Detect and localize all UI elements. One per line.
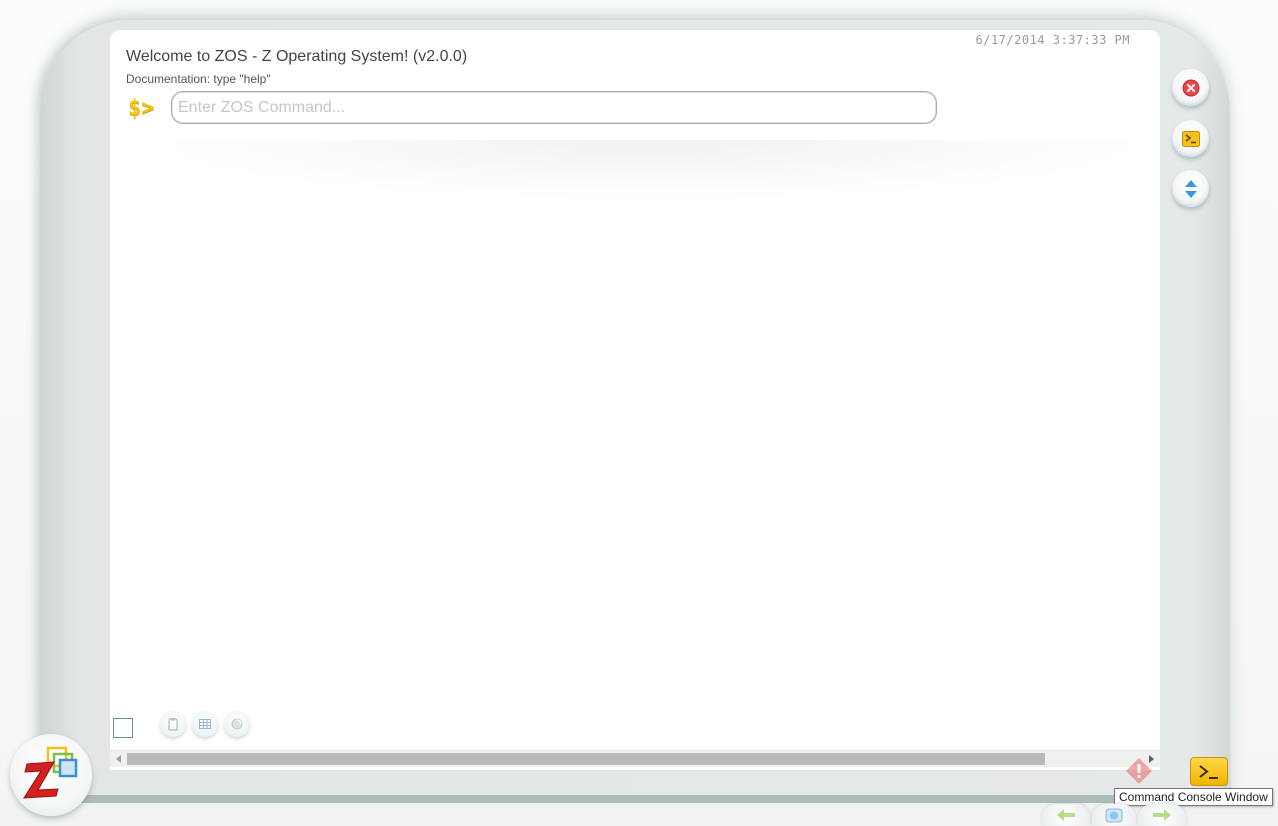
warning-icon[interactable] xyxy=(1124,756,1154,786)
desktop: 6/17/2014 3:37:33 PM Welcome to ZOS - Z … xyxy=(0,0,1278,826)
welcome-message: Welcome to ZOS - Z Operating System! (v2… xyxy=(126,48,468,65)
tooltip: Command Console Window xyxy=(1114,788,1273,806)
terminal-icon xyxy=(1181,130,1200,147)
forward-button[interactable] xyxy=(1138,804,1186,826)
up-down-arrows-icon xyxy=(1184,179,1197,198)
terminal-icon xyxy=(1199,764,1218,779)
frame-bottom-bar xyxy=(40,795,1230,803)
clipboard-icon xyxy=(168,718,178,731)
home-icon xyxy=(1105,808,1123,823)
close-icon xyxy=(1182,79,1199,96)
back-arrow-icon xyxy=(1057,809,1075,821)
grid-tool-button[interactable] xyxy=(192,711,218,737)
command-prompt-symbol: $> xyxy=(128,96,155,121)
zos-logo-icon xyxy=(23,746,78,799)
documentation-hint: Documentation: type "help" xyxy=(126,72,271,86)
command-console: 6/17/2014 3:37:33 PM Welcome to ZOS - Z … xyxy=(110,30,1160,770)
back-button[interactable] xyxy=(1042,804,1090,826)
clipboard-tool-button[interactable] xyxy=(160,711,186,737)
console-button[interactable] xyxy=(1172,120,1209,157)
command-input[interactable] xyxy=(171,91,937,124)
refresh-icon xyxy=(231,718,243,730)
close-button[interactable] xyxy=(1172,69,1209,106)
home-button[interactable] xyxy=(1092,804,1136,826)
select-checkbox[interactable] xyxy=(113,718,133,738)
horizontal-scrollbar[interactable] xyxy=(110,750,1160,767)
grid-icon xyxy=(199,719,211,729)
timestamp: 6/17/2014 3:37:33 PM xyxy=(975,33,1130,47)
refresh-tool-button[interactable] xyxy=(224,711,250,737)
input-shadow xyxy=(150,140,1150,200)
horizontal-scrollbar-thumb[interactable] xyxy=(127,753,1045,765)
scroll-left-arrow-icon[interactable] xyxy=(116,755,121,763)
zos-logo[interactable] xyxy=(10,734,92,816)
console-taskbar-button[interactable] xyxy=(1190,757,1228,786)
resize-button[interactable] xyxy=(1172,170,1209,207)
forward-arrow-icon xyxy=(1153,809,1171,821)
